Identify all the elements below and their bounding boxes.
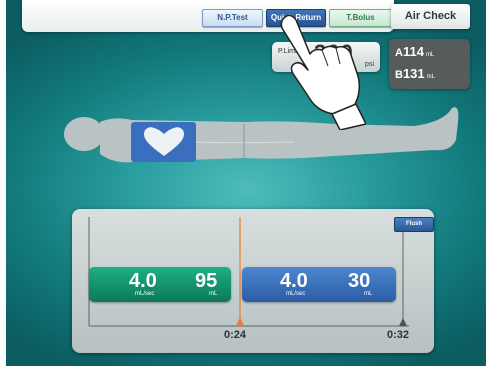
phase-a-block[interactable]: 4.0 mL/sec 95 mL <box>89 267 231 302</box>
syringe-b-unit: mL <box>426 74 435 80</box>
end-marker-icon <box>399 318 407 326</box>
phase-b-rate-unit: mL/sec <box>286 291 306 297</box>
current-time-label: 0:24 <box>224 329 247 341</box>
phase-b-rate: 4.0 <box>280 270 308 292</box>
syringe-b-volume: B131 mL <box>395 64 435 84</box>
syringe-volume-display: A114 mL B131 mL <box>389 39 470 89</box>
play-marker-icon[interactable] <box>236 317 244 326</box>
phase-b-volume-unit: mL <box>364 291 373 297</box>
patient-body-diagram[interactable] <box>54 100 474 180</box>
syringe-b-label: B <box>395 69 403 81</box>
syringe-b-value: 131 <box>402 66 425 81</box>
np-test-button[interactable]: N.P.Test <box>202 9 263 27</box>
phase-a-volume-unit: mL <box>209 291 218 297</box>
air-check-button[interactable]: Air Check <box>391 4 470 29</box>
syringe-a-value: 114 <box>402 44 424 59</box>
phase-b-block[interactable]: 4.0 mL/sec 30 mL <box>242 267 396 302</box>
phase-a-volume: 95 <box>195 270 218 292</box>
end-time-label: 0:32 <box>387 329 410 341</box>
pressure-limit-unit: psi <box>365 61 374 68</box>
hand-pointer-icon <box>280 14 366 130</box>
injector-screen: N.P.Test Quick Return T.Bolus Air Check … <box>6 0 486 366</box>
phase-a-rate-unit: mL/sec <box>135 291 155 297</box>
body-head <box>64 117 104 151</box>
syringe-a-volume: A114 mL <box>395 42 434 62</box>
syringe-a-label: A <box>395 47 403 59</box>
syringe-a-unit: mL <box>425 52 435 58</box>
injection-timeline-panel: Flush 4.0 mL/sec 95 mL 4.0 mL/sec 30 mL … <box>72 209 434 353</box>
flush-button[interactable]: Flush <box>394 217 434 232</box>
phase-b-volume: 30 <box>348 270 371 292</box>
phase-a-rate: 4.0 <box>129 270 157 292</box>
